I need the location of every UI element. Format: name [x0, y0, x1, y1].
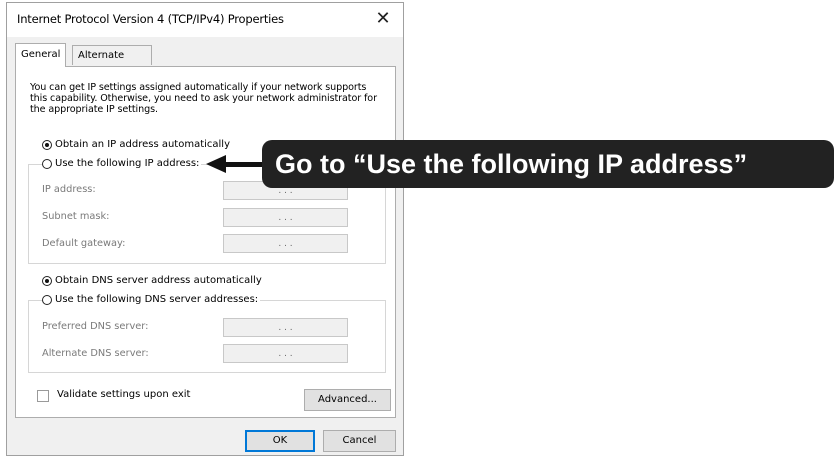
tab-alternate-configuration[interactable]: Alternate Configuration: [72, 45, 152, 80]
preferred-dns-value: . . .: [278, 322, 293, 333]
use-following-ip-radio[interactable]: Use the following IP address:: [42, 158, 202, 169]
arrow-shaft: [223, 162, 265, 167]
ok-button[interactable]: OK: [245, 430, 315, 452]
use-following-dns-label: Use the following DNS server addresses:: [55, 294, 259, 305]
subnet-mask-field[interactable]: . . .: [223, 208, 348, 227]
subnet-mask-label: Subnet mask:: [42, 211, 110, 222]
title-bar: Internet Protocol Version 4 (TCP/IPv4) P…: [7, 3, 403, 37]
radio-checked-icon: [42, 139, 52, 150]
obtain-dns-auto-label: Obtain DNS server address automatically: [55, 275, 262, 286]
obtain-ip-auto-label: Obtain an IP address automatically: [55, 139, 231, 150]
intro-text: You can get IP settings assigned automat…: [30, 82, 377, 115]
alternate-dns-field[interactable]: . . .: [223, 344, 348, 363]
radio-checked-icon: [42, 275, 52, 286]
default-gateway-label: Default gateway:: [42, 238, 126, 249]
preferred-dns-field[interactable]: . . .: [223, 318, 348, 337]
subnet-mask-value: . . .: [278, 212, 293, 223]
dialog-title: Internet Protocol Version 4 (TCP/IPv4) P…: [17, 12, 284, 26]
instruction-callout: Go to “Use the following IP address”: [262, 140, 834, 188]
cancel-button[interactable]: Cancel: [323, 430, 396, 452]
use-following-ip-label: Use the following IP address:: [55, 158, 200, 169]
alternate-dns-value: . . .: [278, 348, 293, 359]
use-following-dns-radio[interactable]: Use the following DNS server addresses:: [42, 294, 261, 305]
default-gateway-value: . . .: [278, 238, 293, 249]
obtain-dns-auto-radio[interactable]: Obtain DNS server address automatically: [42, 275, 264, 286]
general-panel: You can get IP settings assigned automat…: [15, 66, 396, 418]
radio-unchecked-icon: [42, 158, 52, 169]
tab-general[interactable]: General: [15, 43, 67, 67]
alternate-dns-label: Alternate DNS server:: [42, 348, 149, 359]
validate-settings-checkbox[interactable]: [37, 390, 49, 402]
default-gateway-field[interactable]: . . .: [223, 234, 348, 253]
advanced-button[interactable]: Advanced...: [304, 389, 391, 411]
tcpip-properties-dialog: Internet Protocol Version 4 (TCP/IPv4) P…: [6, 2, 404, 456]
preferred-dns-label: Preferred DNS server:: [42, 321, 149, 332]
validate-settings-label: Validate settings upon exit: [57, 389, 191, 400]
close-icon[interactable]: ✕: [371, 7, 395, 31]
radio-unchecked-icon: [42, 294, 52, 305]
ip-address-label: IP address:: [42, 184, 96, 195]
obtain-ip-auto-radio[interactable]: Obtain an IP address automatically: [42, 139, 233, 150]
